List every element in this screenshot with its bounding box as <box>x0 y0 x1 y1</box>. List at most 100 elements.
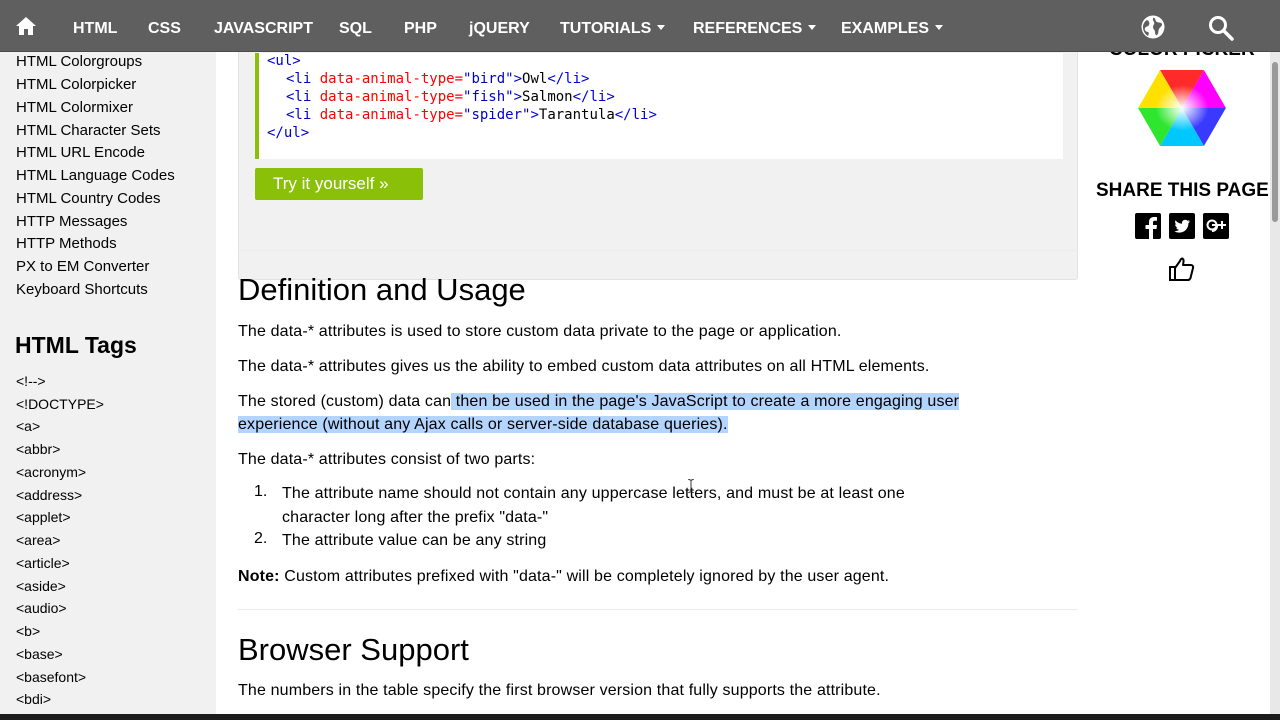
nav-css[interactable]: CSS <box>148 0 181 52</box>
selected-text: experience (without any Ajax calls or se… <box>238 416 728 433</box>
sidebar-heading-html-tags: HTML Tags <box>15 332 137 358</box>
sidebar-tag-comment[interactable]: <!--> <box>16 373 46 389</box>
nav-php[interactable]: PHP <box>404 0 437 52</box>
code-line-li: <li data-animal-type="spider">Tarantula<… <box>286 107 657 123</box>
bottom-edge <box>0 714 1280 720</box>
list-number: 1. <box>254 483 268 500</box>
sidebar-tag-b[interactable]: <b> <box>16 623 40 639</box>
sidebar-link-language-codes[interactable]: HTML Language Codes <box>16 167 175 184</box>
nav-references-label: REFERENCES <box>693 20 803 37</box>
code-token: > <box>513 89 523 105</box>
globe-icon[interactable] <box>1140 14 1166 40</box>
code-example: <ul> <li data-animal-type="bird">Owl</li… <box>255 53 1063 159</box>
nav-php-label: PHP <box>404 20 437 37</box>
definition-heading: Definition and Usage <box>238 272 526 307</box>
sidebar-tag-article[interactable]: <article> <box>16 555 70 571</box>
list-item: The attribute value can be any string <box>282 529 546 553</box>
sidebar-tag-applet[interactable]: <applet> <box>16 509 71 525</box>
sidebar-tag-base[interactable]: <base> <box>16 646 63 662</box>
sidebar-link-character-sets[interactable]: HTML Character Sets <box>16 122 161 139</box>
code-token: </li> <box>547 71 590 87</box>
nav-javascript[interactable]: JAVASCRIPT <box>214 0 313 52</box>
code-token: Owl <box>522 71 548 87</box>
nav-jquery[interactable]: jQUERY <box>469 0 530 52</box>
paragraph-2: The data-* attributes gives us the abili… <box>238 358 930 375</box>
nav-examples-label: EXAMPLES <box>841 20 930 37</box>
sidebar-link-http-messages[interactable]: HTTP Messages <box>16 213 127 230</box>
sidebar-tag-bdi[interactable]: <bdi> <box>16 691 51 707</box>
code-token: data-animal-type= <box>311 71 464 87</box>
example-box: <ul> <li data-animal-type="bird">Owl</li… <box>238 52 1078 280</box>
facebook-icon[interactable] <box>1134 212 1162 240</box>
scrollbar-thumb[interactable] <box>1272 62 1278 222</box>
code-token: > <box>513 71 523 87</box>
code-token: <li <box>286 89 312 105</box>
google-plus-icon[interactable] <box>1202 212 1230 240</box>
sidebar-tag-address[interactable]: <address> <box>16 487 82 503</box>
left-sidebar: HTML Colorgroups HTML Colorpicker HTML C… <box>0 52 216 714</box>
paragraph-3: The stored (custom) data can then be use… <box>238 390 1083 436</box>
nav-sql-label: SQL <box>339 20 372 37</box>
code-token: </li> <box>572 89 615 105</box>
note-text: Custom attributes prefixed with "data-" … <box>279 568 890 585</box>
note-label: Note: <box>238 568 280 585</box>
sidebar-link-country-codes[interactable]: HTML Country Codes <box>16 190 161 207</box>
nav-html[interactable]: HTML <box>73 0 117 52</box>
nav-html-label: HTML <box>73 20 118 37</box>
home-button[interactable] <box>0 0 52 52</box>
sidebar-tag-abbr[interactable]: <abbr> <box>16 441 60 457</box>
nav-tutorials-label: TUTORIALS <box>560 20 652 37</box>
sidebar-tag-a[interactable]: <a> <box>16 418 40 434</box>
sidebar-tag-doctype[interactable]: <!DOCTYPE> <box>16 396 104 412</box>
top-nav: HTML CSS JAVASCRIPT SQL PHP jQUERY TUTOR… <box>0 0 1280 52</box>
color-picker-hexagon-icon[interactable] <box>1138 70 1226 146</box>
sidebar-tag-aside[interactable]: <aside> <box>16 578 66 594</box>
nav-references[interactable]: REFERENCES <box>693 0 817 52</box>
sidebar-link-colorpicker[interactable]: HTML Colorpicker <box>16 76 136 93</box>
selected-text: then be used in the page's JavaScript to… <box>451 393 960 410</box>
page-scrollbar[interactable] <box>1270 52 1280 714</box>
twitter-icon[interactable] <box>1168 212 1196 240</box>
sidebar-link-colorgroups[interactable]: HTML Colorgroups <box>16 53 142 70</box>
code-token: data-animal-type= <box>311 89 464 105</box>
thumbs-up-icon[interactable] <box>1168 255 1196 283</box>
list-item-line: character long after the prefix "data-" <box>282 509 549 526</box>
caret-down-icon <box>935 25 944 30</box>
code-token: Tarantula <box>538 107 615 123</box>
sidebar-tag-acronym[interactable]: <acronym> <box>16 464 86 480</box>
main-content: <ul> <li data-animal-type="bird">Owl</li… <box>216 52 1096 714</box>
code-token: > <box>530 107 539 123</box>
paragraph-4: The data-* attributes consist of two par… <box>238 451 536 468</box>
nav-tutorials[interactable]: TUTORIALS <box>560 0 666 52</box>
sidebar-link-px-to-em[interactable]: PX to EM Converter <box>16 258 149 275</box>
nav-javascript-label: JAVASCRIPT <box>214 20 313 37</box>
browser-support-heading: Browser Support <box>238 632 469 667</box>
code-token: "fish" <box>463 89 514 105</box>
sidebar-link-url-encode[interactable]: HTML URL Encode <box>16 144 145 161</box>
code-token: data-animal-type= <box>311 107 464 123</box>
code-token: <ul> <box>267 53 301 69</box>
share-this-page-title: SHARE THIS PAGE <box>1096 180 1269 201</box>
sidebar-link-keyboard-shortcuts[interactable]: Keyboard Shortcuts <box>16 281 148 298</box>
sidebar-link-http-methods[interactable]: HTTP Methods <box>16 235 117 252</box>
paragraph-1: The data-* attributes is used to store c… <box>238 323 842 340</box>
color-picker-title: COLOR PICKER <box>1109 52 1255 61</box>
search-icon[interactable] <box>1207 14 1235 42</box>
browser-support-paragraph: The numbers in the table specify the fir… <box>238 682 881 699</box>
code-token: "bird" <box>463 71 514 87</box>
sidebar-tag-audio[interactable]: <audio> <box>16 600 67 616</box>
right-column: COLOR PICKER SHARE THIS PAGE <box>1090 52 1270 714</box>
sidebar-tag-basefont[interactable]: <basefont> <box>16 669 86 685</box>
code-token: Salmon <box>522 89 573 105</box>
sidebar-tag-area[interactable]: <area> <box>16 532 60 548</box>
code-line-ul-open: <ul> <box>267 53 301 69</box>
code-line-ul-close: </ul> <box>267 125 309 141</box>
try-it-yourself-button[interactable]: Try it yourself » <box>255 168 423 200</box>
nav-sql[interactable]: SQL <box>339 0 372 52</box>
section-divider <box>238 609 1078 610</box>
list-number: 2. <box>254 530 268 547</box>
nav-examples[interactable]: EXAMPLES <box>841 0 944 52</box>
sidebar-link-colormixer[interactable]: HTML Colormixer <box>16 99 133 116</box>
list-item-line: The attribute name should not contain an… <box>282 485 905 502</box>
caret-down-icon <box>808 25 817 30</box>
